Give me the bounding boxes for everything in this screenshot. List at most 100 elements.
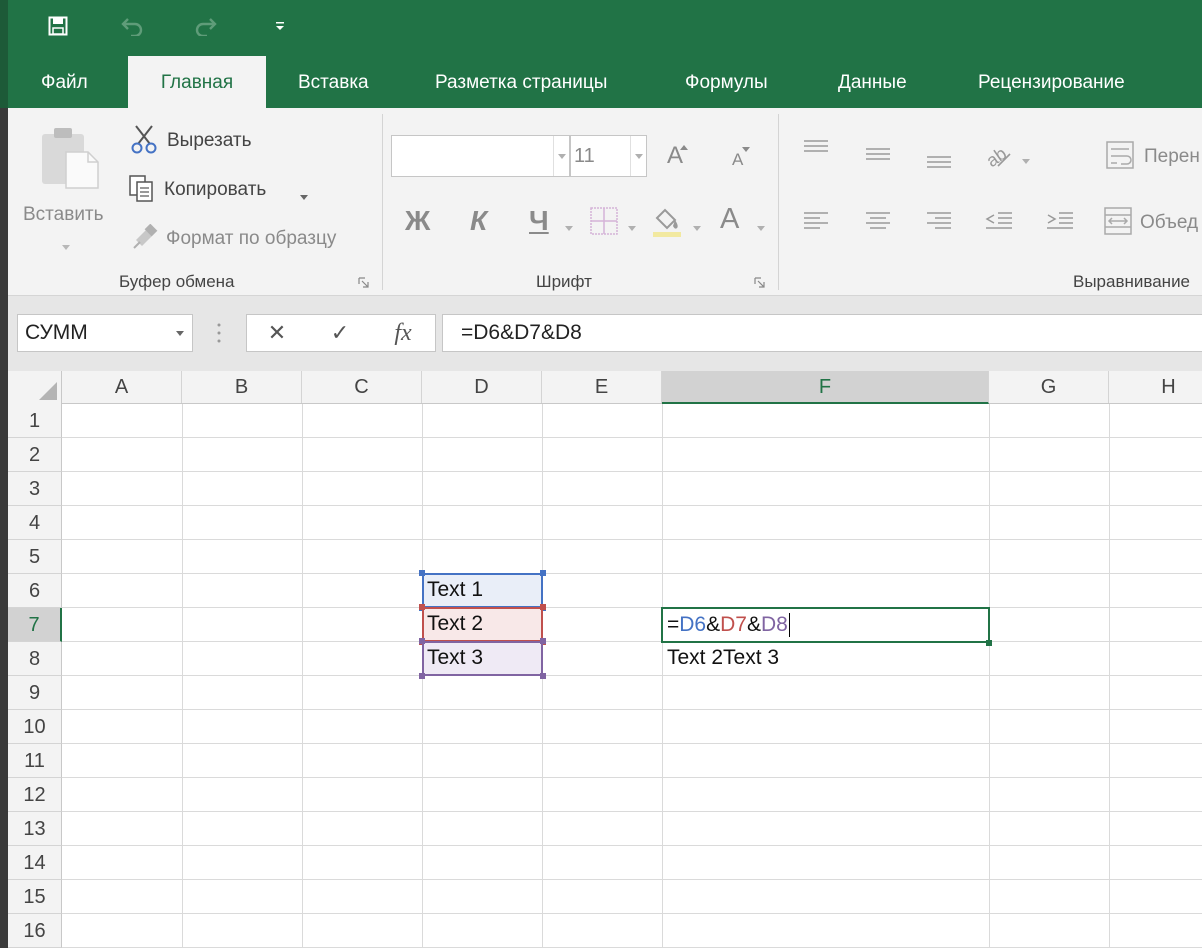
grid-line bbox=[62, 709, 1202, 710]
align-bottom-icon[interactable] bbox=[925, 150, 953, 177]
row-header-8[interactable]: 8 bbox=[8, 642, 62, 676]
tab-formulas[interactable]: Формулы bbox=[685, 56, 768, 108]
fill-color-dropdown-icon[interactable] bbox=[693, 219, 701, 237]
row-header-16[interactable]: 16 bbox=[8, 914, 62, 948]
customize-qat-icon[interactable] bbox=[264, 10, 296, 42]
wrap-text-icon[interactable] bbox=[1105, 140, 1137, 175]
row-header-7[interactable]: 7 bbox=[8, 608, 62, 642]
column-header-b[interactable]: B bbox=[182, 371, 302, 403]
column-header-a[interactable]: A bbox=[62, 371, 182, 403]
align-right-icon[interactable] bbox=[925, 210, 953, 237]
row-header-10[interactable]: 10 bbox=[8, 710, 62, 744]
fill-color-icon[interactable] bbox=[651, 204, 683, 243]
column-header-h[interactable]: H bbox=[1109, 371, 1202, 403]
font-size-dropdown-icon[interactable] bbox=[630, 136, 646, 176]
cancel-icon[interactable]: ✕ bbox=[247, 315, 307, 351]
font-name-dropdown-icon[interactable] bbox=[553, 136, 569, 176]
tab-data[interactable]: Данные bbox=[838, 56, 907, 108]
save-icon[interactable] bbox=[42, 10, 74, 42]
row-header-12[interactable]: 12 bbox=[8, 778, 62, 812]
cell-d6[interactable]: Text 1 bbox=[422, 573, 483, 606]
decrease-indent-icon[interactable] bbox=[984, 210, 1014, 237]
font-launcher-icon[interactable] bbox=[754, 276, 766, 288]
align-top-icon[interactable] bbox=[802, 138, 830, 165]
italic-button[interactable]: К bbox=[470, 205, 487, 237]
fill-handle[interactable] bbox=[986, 640, 992, 646]
paste-dropdown-icon[interactable] bbox=[62, 238, 70, 256]
row-header-11[interactable]: 11 bbox=[8, 744, 62, 778]
align-middle-icon[interactable] bbox=[864, 144, 892, 171]
column-header-f[interactable]: F bbox=[662, 371, 989, 404]
bold-button[interactable]: Ж bbox=[405, 205, 430, 237]
reference-handle[interactable] bbox=[540, 638, 546, 644]
format-painter-icon[interactable] bbox=[132, 223, 160, 255]
active-cell-formula: =D6&D7&D8 bbox=[662, 608, 790, 641]
row-header-2[interactable]: 2 bbox=[8, 438, 62, 472]
cell-d8[interactable]: Text 3 bbox=[422, 641, 483, 674]
merge-cells-button[interactable]: Объед bbox=[1140, 212, 1198, 234]
paste-icon[interactable] bbox=[40, 126, 100, 195]
paste-button[interactable]: Вставить bbox=[23, 204, 104, 226]
row-header-5[interactable]: 5 bbox=[8, 540, 62, 574]
name-box-dropdown-icon[interactable] bbox=[176, 331, 184, 336]
row-header-14[interactable]: 14 bbox=[8, 846, 62, 880]
column-header-d[interactable]: D bbox=[422, 371, 542, 403]
increase-indent-icon[interactable] bbox=[1045, 210, 1075, 237]
row-header-13[interactable]: 13 bbox=[8, 812, 62, 846]
cell-d7[interactable]: Text 2 bbox=[422, 607, 483, 640]
row-header-15[interactable]: 15 bbox=[8, 880, 62, 914]
copy-dropdown-icon[interactable] bbox=[300, 188, 308, 206]
select-all-button[interactable] bbox=[8, 371, 62, 404]
underline-button[interactable]: Ч bbox=[529, 205, 549, 237]
font-color-dropdown-icon[interactable] bbox=[757, 219, 765, 237]
borders-dropdown-icon[interactable] bbox=[628, 219, 636, 237]
reference-handle[interactable] bbox=[540, 570, 546, 576]
cell-f8[interactable]: Text 2Text 3 bbox=[662, 641, 779, 674]
orientation-dropdown-icon[interactable] bbox=[1022, 152, 1030, 170]
column-header-e[interactable]: E bbox=[542, 371, 662, 403]
tab-home[interactable]: Главная bbox=[128, 56, 266, 108]
name-box[interactable]: СУММ bbox=[17, 314, 193, 352]
group-separator bbox=[382, 114, 383, 290]
orientation-icon[interactable]: ab bbox=[982, 140, 1014, 175]
borders-icon[interactable] bbox=[589, 206, 619, 241]
grid-line bbox=[62, 437, 1202, 438]
enter-icon[interactable]: ✓ bbox=[310, 315, 370, 351]
align-center-icon[interactable] bbox=[864, 210, 892, 237]
scissors-icon[interactable] bbox=[130, 124, 158, 159]
merge-cells-icon[interactable] bbox=[1103, 206, 1135, 241]
title-bar bbox=[0, 0, 1202, 56]
tab-page-layout[interactable]: Разметка страницы bbox=[435, 56, 607, 108]
row-header-4[interactable]: 4 bbox=[8, 506, 62, 540]
row-header-3[interactable]: 3 bbox=[8, 472, 62, 506]
tab-review[interactable]: Рецензирование bbox=[978, 56, 1125, 108]
column-header-g[interactable]: G bbox=[989, 371, 1109, 403]
wrap-text-button[interactable]: Перен bbox=[1144, 146, 1200, 168]
insert-function-icon[interactable]: fx bbox=[373, 315, 433, 351]
undo-icon[interactable] bbox=[116, 10, 148, 42]
active-cell-f7[interactable]: =D6&D7&D8 bbox=[661, 607, 990, 643]
row-header-1[interactable]: 1 bbox=[8, 404, 62, 438]
row-header-9[interactable]: 9 bbox=[8, 676, 62, 710]
font-color-button[interactable]: A bbox=[720, 203, 739, 236]
redo-icon[interactable] bbox=[190, 10, 222, 42]
tab-file[interactable]: Файл bbox=[41, 56, 88, 108]
font-name-combo[interactable] bbox=[391, 135, 570, 177]
worksheet-grid[interactable]: A B C D E F G H 1 2 3 4 5 6 7 8 9 10 11 12 13 14 15 16 Text 1 Tex… bbox=[8, 371, 1202, 948]
underline-dropdown-icon[interactable] bbox=[565, 219, 573, 237]
font-size-combo[interactable]: 11 bbox=[570, 135, 647, 177]
reference-handle[interactable] bbox=[540, 673, 546, 679]
formula-bar-resize-handle[interactable] bbox=[217, 322, 221, 344]
copy-button[interactable]: Копировать bbox=[164, 179, 266, 201]
column-header-c[interactable]: C bbox=[302, 371, 422, 403]
reference-handle[interactable] bbox=[540, 604, 546, 610]
clipboard-launcher-icon[interactable] bbox=[358, 276, 370, 288]
copy-icon[interactable] bbox=[128, 174, 156, 209]
formula-token: & bbox=[706, 613, 721, 636]
format-painter-button[interactable]: Формат по образцу bbox=[166, 228, 336, 250]
formula-input[interactable]: =D6&D7&D8 bbox=[442, 314, 1202, 352]
tab-insert[interactable]: Вставка bbox=[298, 56, 369, 108]
align-left-icon[interactable] bbox=[802, 210, 830, 237]
row-header-6[interactable]: 6 bbox=[8, 574, 62, 608]
cut-button[interactable]: Вырезать bbox=[167, 130, 252, 152]
